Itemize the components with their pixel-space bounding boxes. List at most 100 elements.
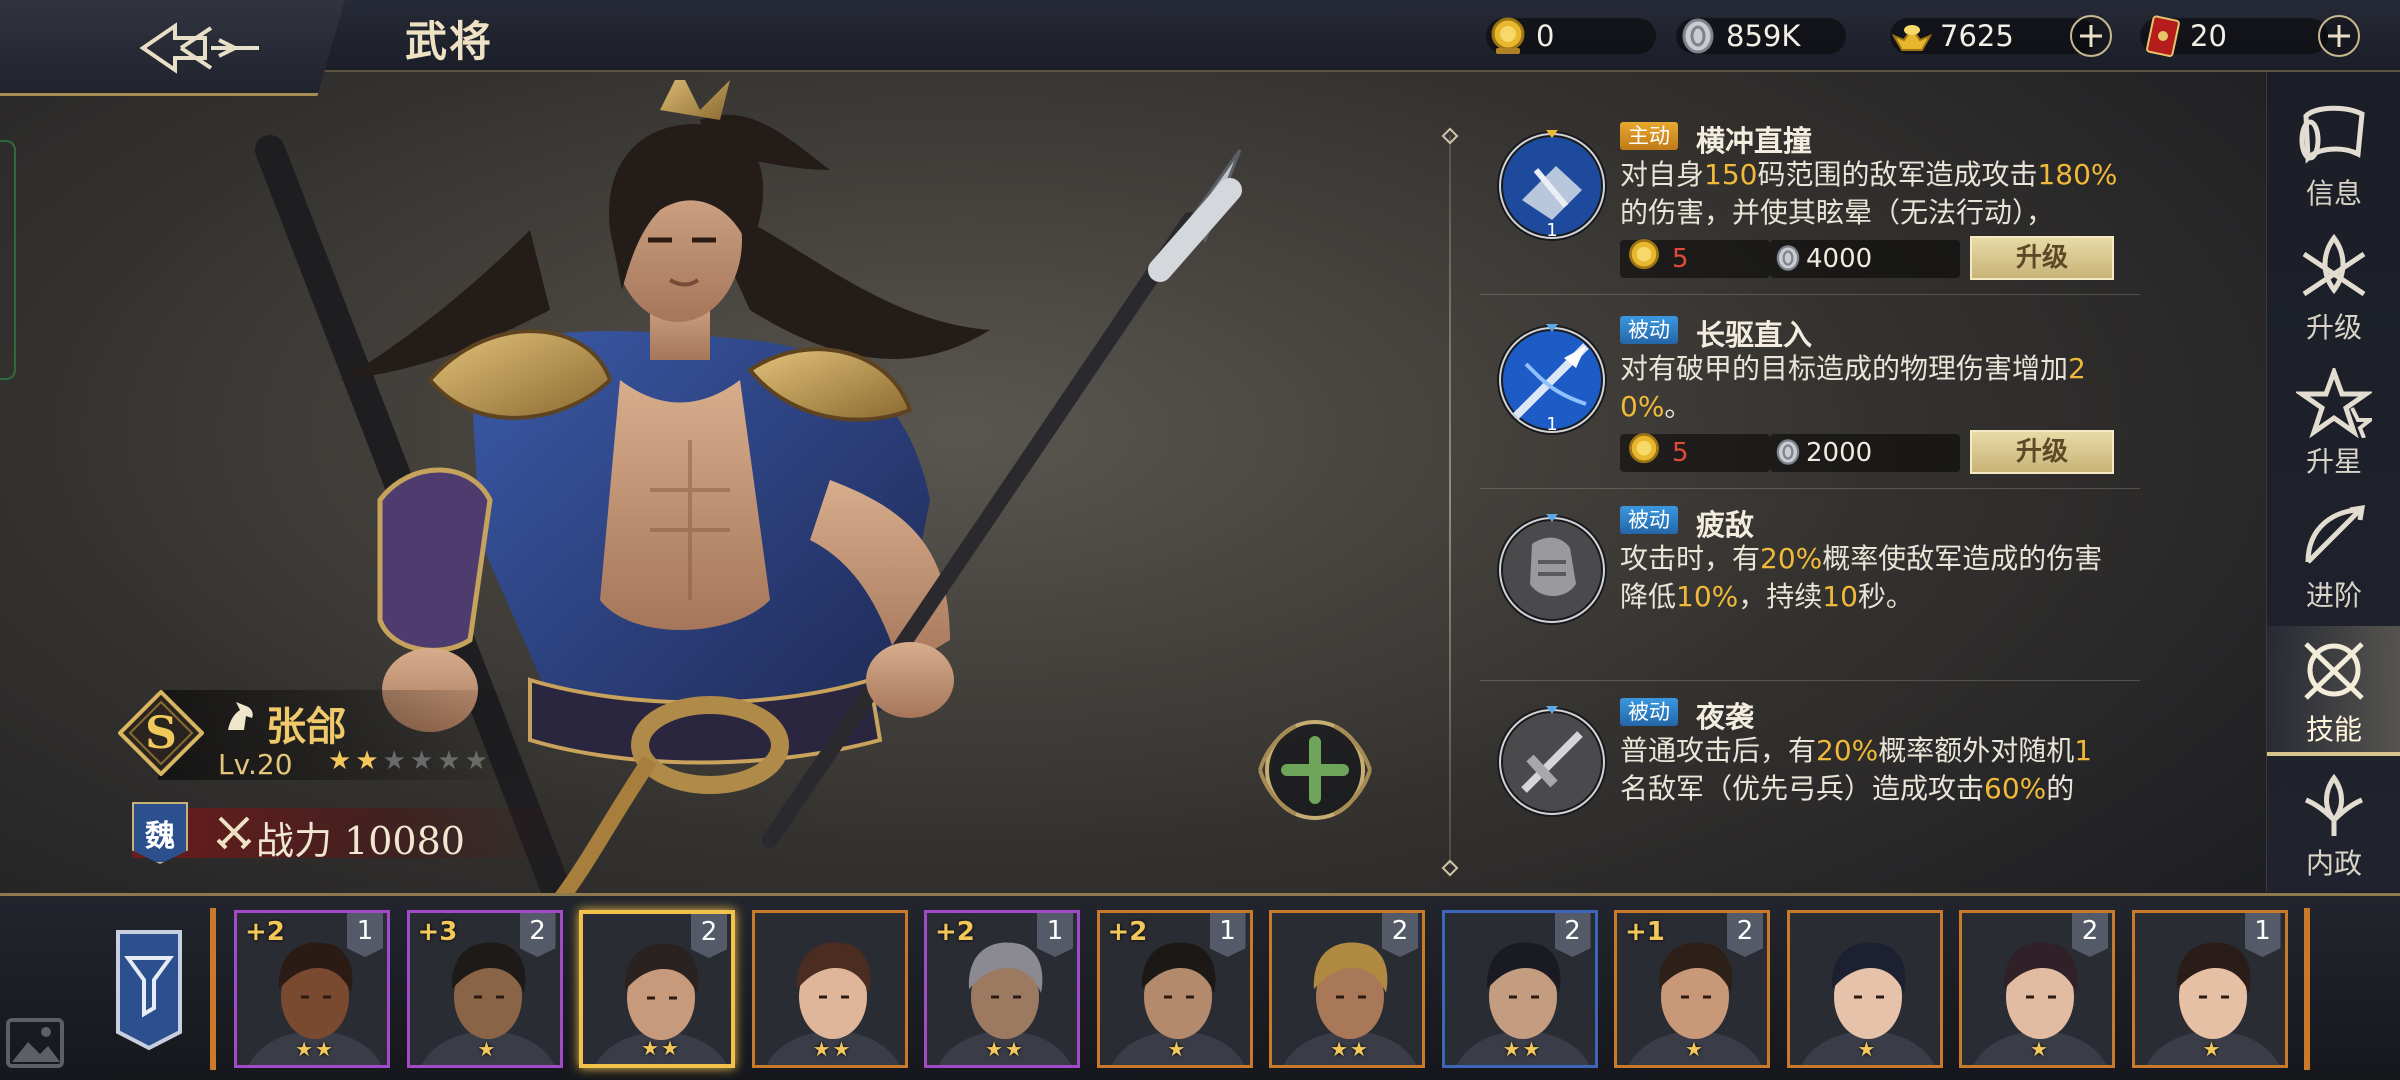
hero-card[interactable]: 2 ★★ (1269, 910, 1425, 1068)
svg-text:1: 1 (1546, 414, 1557, 435)
charge-skill-icon: 1 (1497, 130, 1607, 241)
skill-type-badge: 被动 (1620, 698, 1678, 726)
skill-highlight-value: 10 (1822, 580, 1858, 613)
hero-name: 张郃 (266, 703, 346, 750)
plus-icon (2080, 25, 2102, 47)
hero-card[interactable]: +2 1 ★★ (234, 910, 390, 1068)
lotus-icon (2305, 773, 2363, 836)
skill-item[interactable]: 被动 夜袭 普通攻击后，有20%概率额外对随机1 名敌军（优先弓兵）造成攻击60%… (1496, 694, 2156, 874)
hero-card[interactable]: +2 1 ★ (1096, 910, 1253, 1068)
silver-cost: 2000 (1806, 438, 1873, 468)
add-red-ticket-button[interactable] (2318, 15, 2360, 57)
hero-card[interactable]: +3 2 ★ (406, 910, 563, 1068)
hero-card-count: 2 (2072, 913, 2108, 957)
hero-card-bonus: +3 (417, 917, 458, 947)
skill-separator (1480, 488, 2140, 489)
hero-level: Lv.20 (218, 748, 293, 781)
skill-upgrade-cost: 5 2000 升级 (1620, 430, 2120, 474)
silver-coin-icon (1776, 439, 1800, 465)
hero-card[interactable]: +1 2 ★ (1614, 910, 1770, 1068)
hero-card-bonus: +1 (1625, 917, 1665, 947)
crossed-swords-icon (2302, 234, 2366, 297)
hero-card-count: 1 (1209, 913, 1246, 957)
silver-cost: 4000 (1806, 244, 1873, 274)
skill-name: 长驱直入 (1696, 318, 1813, 352)
nav-info-label: 信息 (2305, 177, 2362, 210)
hero-card-bonus: +2 (935, 917, 975, 947)
hero-card[interactable]: 2 ★★ (579, 910, 735, 1068)
hero-card-bonus: +2 (1107, 917, 1148, 947)
skill-description: 攻击时，有20%概率使敌军造成的伤害降低10%，持续10秒。 (1620, 540, 2120, 616)
skill-item[interactable]: 1 主动 横冲直撞 对自身150码范围的敌军造成攻击180% 的伤害，并使其眩晕（… (1496, 118, 2156, 298)
hero-card-stars: ★★ (1502, 1037, 1543, 1061)
night-raid-skill-icon (1497, 706, 1607, 817)
hero-card-count: 2 (1554, 913, 1591, 957)
back-button[interactable] (120, 8, 280, 88)
nav-domestic-label: 内政 (2305, 847, 2362, 880)
page-title: 武将 (405, 17, 494, 66)
hero-card-count: 1 (2244, 913, 2281, 957)
gold-ingot-value: 7625 (1940, 19, 2014, 53)
nav-skills[interactable]: 技能 (2267, 626, 2400, 756)
hero-power-row: 魏 战力 10080 (132, 802, 562, 864)
skill-type-badge: 主动 (1620, 122, 1678, 150)
hero-card-stars: ★ (1167, 1037, 1188, 1061)
skill-text: 的伤害，并使其眩晕（无法行动）， (1620, 196, 2055, 229)
hero-card[interactable]: ★ (1786, 910, 1943, 1068)
rank-s-badge: S (118, 690, 204, 776)
plus-icon (2328, 25, 2350, 47)
add-button[interactable] (1250, 710, 1380, 830)
coin-cost: 5 (1672, 438, 1689, 468)
silver-coin-icon (1776, 245, 1800, 271)
nav-skills-label: 技能 (2305, 713, 2362, 746)
hero-card[interactable]: 1 ★ (2131, 910, 2288, 1068)
nav-domestic[interactable]: 内政 (2267, 760, 2400, 890)
resource-silver: 859K (1676, 14, 1846, 58)
nav-level-up[interactable]: 升级 (2267, 224, 2400, 354)
star-filled-icon: ★ (328, 746, 352, 776)
hero-card[interactable]: 2 ★★ (1441, 910, 1598, 1068)
nav-info[interactable]: 信息 (2267, 90, 2400, 220)
nav-star-up[interactable]: 升星 (2267, 358, 2400, 488)
skill-item[interactable]: 1 被动 长驱直入 对有破甲的目标造成的物理伤害增加20%。 5 2000 升级 (1496, 312, 2156, 492)
gallery-icon[interactable] (2, 1010, 68, 1076)
hero-card[interactable]: 2 ★ (1959, 910, 2115, 1068)
skills-panel: 1 主动 横冲直撞 对自身150码范围的敌军造成攻击180% 的伤害，并使其眩晕（… (1440, 118, 2140, 878)
skill-separator (1480, 680, 2140, 681)
nav-level-up-label: 升级 (2305, 311, 2362, 344)
nav-advance-label: 进阶 (2305, 579, 2362, 612)
hero-card-stars: ★ (1857, 1037, 1878, 1061)
skill-item[interactable]: 被动 疲敌 攻击时，有20%概率使敌军造成的伤害降低10%，持续10秒。 (1496, 502, 2156, 682)
skill-text: 名敌军（优先弓兵）造成攻击 (1620, 772, 1985, 805)
skill-separator (1480, 294, 2140, 295)
skill-text: 。 (1664, 390, 1693, 423)
upgrade-skill-button[interactable]: 升级 (1970, 430, 2114, 474)
game-screen: 武将 0 859K 7625 20 S 张郃 Lv.20 ★ ★ ★ ★ ★ ★… (0, 0, 2400, 1080)
upgrade-skill-button[interactable]: 升级 (1970, 236, 2114, 280)
star-empty-icon: ★ (437, 746, 461, 776)
coin-cost: 5 (1672, 244, 1689, 274)
skill-name: 夜袭 (1696, 700, 1755, 734)
gold-coin-icon (1629, 239, 1659, 270)
svg-text:1: 1 (1546, 220, 1557, 241)
filter-button[interactable] (114, 928, 184, 1052)
silver-value: 859K (1726, 19, 1801, 53)
skill-name: 横冲直撞 (1696, 124, 1813, 158)
hero-card-stars: ★ (477, 1037, 498, 1061)
hero-card[interactable]: ★★ (751, 910, 908, 1068)
hero-card-stars: ★ (2202, 1037, 2223, 1061)
skill-description: 普通攻击后，有20%概率额外对随机1 名敌军（优先弓兵）造成攻击60%的 (1620, 732, 2120, 808)
skill-text: ，持续 (1738, 580, 1823, 613)
skill-crossed-blades-icon (2304, 642, 2364, 700)
hero-card[interactable]: +2 1 ★★ (924, 910, 1080, 1068)
star-empty-icon: ★ (409, 746, 434, 776)
hero-card-stars: ★ (1685, 1037, 1705, 1061)
hero-star-rating: ★ ★ ★ ★ ★ ★ (328, 748, 488, 774)
hero-card-count: 1 (347, 913, 383, 957)
skill-description: 对有破甲的目标造成的物理伤害增加20%。 (1620, 350, 2120, 426)
hero-card-bonus: +2 (245, 917, 285, 947)
skill-highlight-value: 60% (1984, 772, 2047, 805)
skill-text: 码范围的敌军造成攻击 (1757, 158, 2038, 191)
add-gold-ingot-button[interactable] (2070, 15, 2112, 57)
nav-advance[interactable]: 进阶 (2267, 492, 2400, 622)
